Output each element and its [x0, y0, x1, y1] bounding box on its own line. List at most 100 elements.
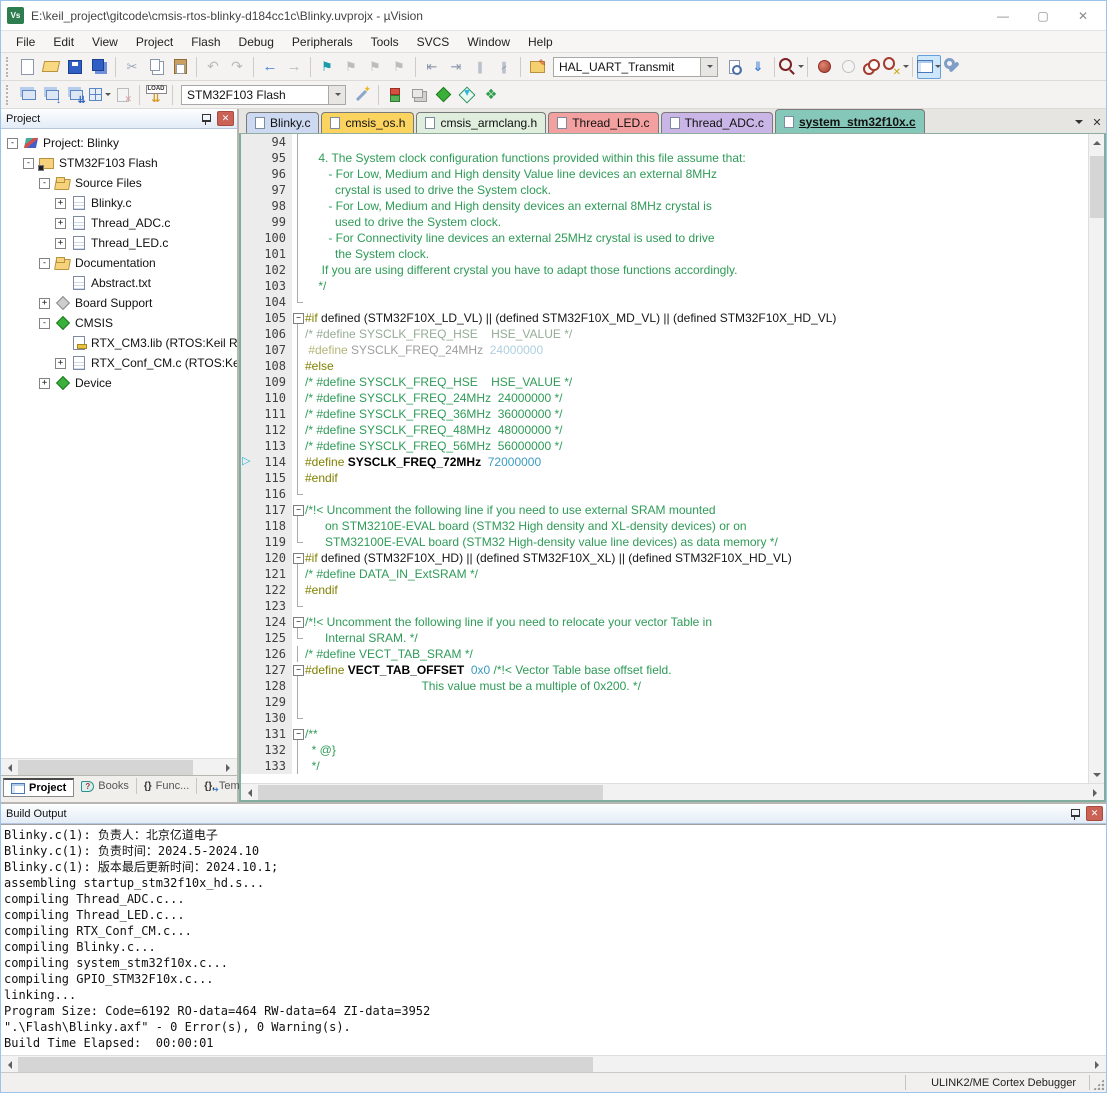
tree-expander-icon[interactable]: -	[39, 258, 50, 269]
new-file-icon[interactable]	[15, 55, 39, 79]
configure-tools-icon[interactable]	[941, 55, 965, 79]
project-panel-close-icon[interactable]	[217, 111, 234, 126]
redo-icon[interactable]	[225, 55, 249, 79]
tree-item-project-blinky[interactable]: -Project: Blinky	[1, 133, 237, 153]
tree-expander-icon[interactable]: -	[23, 158, 34, 169]
tree-item-blinky-c[interactable]: +Blinky.c	[1, 193, 237, 213]
target-select[interactable]: STM32F103 Flash	[181, 85, 346, 105]
tab-cmsis-armclang-h[interactable]: cmsis_armclang.h	[416, 112, 546, 133]
tree-expander-icon[interactable]: -	[39, 178, 50, 189]
rte-diamond-icon[interactable]	[431, 83, 455, 107]
target-select-dropdown-icon[interactable]	[329, 85, 346, 105]
tree-expander-icon[interactable]: +	[55, 198, 66, 209]
uncomment-selection-icon[interactable]	[492, 55, 516, 79]
stop-build-icon[interactable]	[111, 83, 135, 107]
window-layout-icon[interactable]	[917, 55, 941, 79]
toolbar-grip[interactable]	[6, 85, 12, 105]
download-icon[interactable]: LOAD	[144, 83, 168, 107]
menu-tools[interactable]: Tools	[362, 31, 408, 53]
resize-grip[interactable]	[1093, 1079, 1104, 1090]
tree-item-thread-adc-c[interactable]: +Thread_ADC.c	[1, 213, 237, 233]
cut-icon[interactable]	[120, 55, 144, 79]
options-for-target-icon[interactable]	[350, 83, 374, 107]
fold-collapse-icon[interactable]	[292, 662, 305, 678]
manage-project-items-icon[interactable]	[407, 83, 431, 107]
file-extensions-icon[interactable]	[455, 83, 479, 107]
maximize-button[interactable]: ▢	[1026, 4, 1060, 28]
comment-selection-icon[interactable]	[468, 55, 492, 79]
tree-item-board-support[interactable]: +Board Support	[1, 293, 237, 313]
tree-item-device[interactable]: +Device	[1, 373, 237, 393]
search-combo[interactable]: HAL_UART_Transmit	[553, 57, 718, 77]
tree-expander-icon[interactable]: +	[55, 238, 66, 249]
fold-collapse-icon[interactable]	[292, 310, 305, 326]
save-all-icon[interactable]	[87, 55, 111, 79]
insert-breakpoint-icon[interactable]	[812, 55, 836, 79]
undo-icon[interactable]	[201, 55, 225, 79]
panel-tab-books[interactable]: Books	[74, 778, 137, 794]
batch-build-icon[interactable]	[87, 83, 111, 107]
tree-item-abstract-txt[interactable]: Abstract.txt	[1, 273, 237, 293]
build-output-log[interactable]: Blinky.c(1): 负责人：北京亿道电子Blinky.c(1): 负责时间…	[1, 824, 1106, 1055]
fold-collapse-icon[interactable]	[292, 614, 305, 630]
find-reference-icon[interactable]	[779, 55, 803, 79]
unindent-icon[interactable]	[420, 55, 444, 79]
scroll-thumb[interactable]	[258, 785, 603, 800]
scroll-down-icon[interactable]	[1089, 767, 1105, 783]
scroll-right-icon[interactable]	[1087, 784, 1104, 801]
rebuild-all-icon[interactable]	[63, 83, 87, 107]
find-in-files-icon[interactable]	[525, 55, 549, 79]
tree-expander-icon[interactable]: +	[55, 358, 66, 369]
code-editor[interactable]: 9495 4. The System clock configuration f…	[241, 134, 1088, 783]
menu-file[interactable]: File	[7, 31, 44, 53]
tree-item-cmsis[interactable]: -CMSIS	[1, 313, 237, 333]
tree-item-thread-led-c[interactable]: +Thread_LED.c	[1, 233, 237, 253]
navigate-back-icon[interactable]	[258, 55, 282, 79]
scroll-left-icon[interactable]	[241, 784, 258, 801]
tree-expander-icon[interactable]: +	[39, 378, 50, 389]
disable-all-breakpoints-icon[interactable]	[860, 55, 884, 79]
menu-peripherals[interactable]: Peripherals	[283, 31, 362, 53]
editor-vertical-scrollbar[interactable]	[1088, 134, 1104, 783]
tree-expander-icon[interactable]: +	[39, 298, 50, 309]
project-horizontal-scrollbar[interactable]	[1, 758, 237, 775]
tab-blinky-c[interactable]: Blinky.c	[246, 112, 319, 133]
save-icon[interactable]	[63, 55, 87, 79]
find-next-icon[interactable]	[722, 55, 746, 79]
translate-file-icon[interactable]	[15, 83, 39, 107]
tree-item-documentation[interactable]: -Documentation	[1, 253, 237, 273]
menu-window[interactable]: Window	[458, 31, 519, 53]
bookmark-next-icon[interactable]	[363, 55, 387, 79]
tree-item-rtx-cm3-lib-rtos-keil-rt[interactable]: RTX_CM3.lib (RTOS:Keil RT	[1, 333, 237, 353]
close-button[interactable]: ✕	[1066, 4, 1100, 28]
output-horizontal-scrollbar[interactable]	[1, 1055, 1106, 1072]
pack-installer-icon[interactable]	[479, 83, 503, 107]
fold-collapse-icon[interactable]	[292, 726, 305, 742]
scroll-left-icon[interactable]	[1, 759, 18, 776]
build-icon[interactable]	[39, 83, 63, 107]
panel-tab-project[interactable]: Project	[3, 778, 74, 797]
fold-collapse-icon[interactable]	[292, 502, 305, 518]
disable-breakpoint-icon[interactable]	[836, 55, 860, 79]
panel-tab-func[interactable]: {}Func...	[137, 778, 197, 794]
scroll-thumb[interactable]	[18, 760, 193, 775]
menu-svcs[interactable]: SVCS	[408, 31, 459, 53]
pin-icon[interactable]	[199, 112, 213, 126]
incremental-find-icon[interactable]	[746, 55, 770, 79]
scroll-right-icon[interactable]	[1089, 1056, 1106, 1073]
menu-edit[interactable]: Edit	[44, 31, 83, 53]
kill-all-breakpoints-icon[interactable]	[884, 55, 908, 79]
search-combo-value[interactable]: HAL_UART_Transmit	[553, 57, 701, 77]
tab-cmsis-os-h[interactable]: cmsis_os.h	[321, 112, 414, 133]
scroll-up-icon[interactable]	[1089, 134, 1105, 150]
tree-expander-icon[interactable]: +	[55, 218, 66, 229]
editor-horizontal-scrollbar[interactable]	[241, 783, 1104, 800]
scroll-left-icon[interactable]	[1, 1056, 18, 1073]
toolbar-grip[interactable]	[6, 57, 12, 77]
tree-item-source-files[interactable]: -Source Files	[1, 173, 237, 193]
tree-item-rtx-conf-cm-c-rtos-ke[interactable]: +RTX_Conf_CM.c (RTOS:Ke	[1, 353, 237, 373]
menu-help[interactable]: Help	[519, 31, 562, 53]
manage-rte-icon[interactable]	[383, 83, 407, 107]
tab-system-stm32f10x-c[interactable]: system_stm32f10x.c	[775, 109, 925, 133]
search-combo-dropdown-icon[interactable]	[701, 57, 718, 77]
